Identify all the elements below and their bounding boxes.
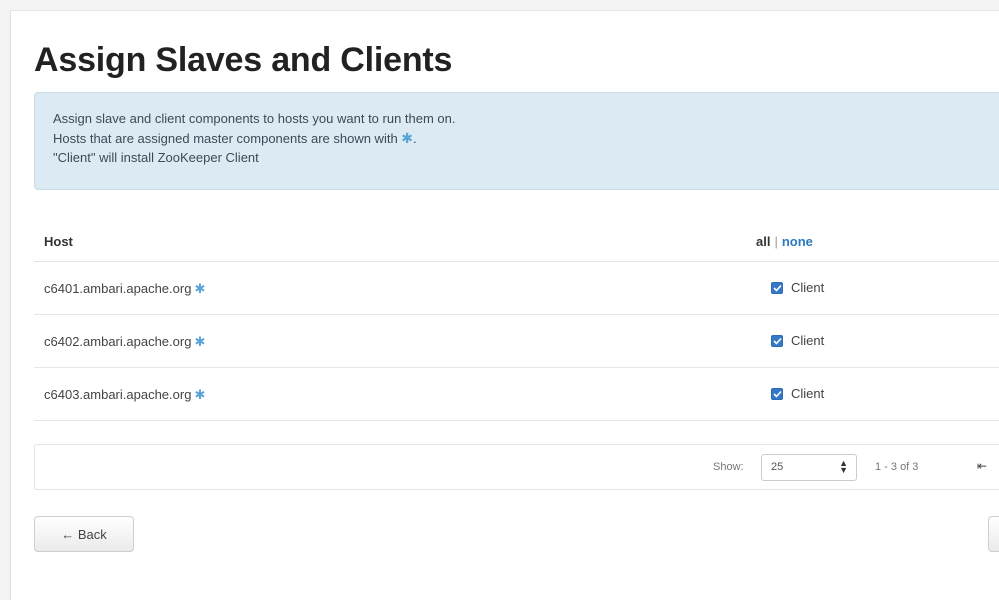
page-size-select[interactable]: 25 ▲ ▼ [761, 454, 857, 481]
client-label: Client [791, 333, 825, 348]
client-checkbox-group[interactable]: Client [771, 333, 824, 348]
page-size-value: 25 [771, 461, 784, 473]
host-column-header: Host [44, 234, 73, 249]
select-none-link[interactable]: none [782, 234, 813, 249]
master-star-icon: ✱ [194, 334, 206, 349]
master-star-icon: ✱ [194, 387, 206, 402]
client-label: Client [791, 280, 825, 295]
host-label: c6401.ambari.apache.org [44, 281, 192, 296]
client-checkbox-group[interactable]: Client [771, 386, 824, 401]
host-name: c6402.ambari.apache.org ✱ [44, 334, 205, 350]
host-name: c6401.ambari.apache.org ✱ [44, 281, 205, 297]
info-line-3: "Client" will install ZooKeeper Client [53, 150, 259, 165]
next-button[interactable] [988, 516, 999, 552]
host-name: c6403.ambari.apache.org ✱ [44, 387, 205, 403]
pager-range: 1 - 3 of 3 [875, 461, 919, 473]
info-line-1: Assign slave and client components to ho… [53, 111, 456, 126]
master-star-icon: ✱ [401, 129, 414, 146]
table-row: c6402.ambari.apache.org ✱ Client [34, 315, 999, 368]
table-row: c6401.ambari.apache.org ✱ Client [34, 262, 999, 315]
table-row: c6403.ambari.apache.org ✱ Client [34, 368, 999, 421]
client-checkbox[interactable] [771, 281, 783, 294]
show-label: Show: [713, 461, 744, 473]
master-star-icon: ✱ [194, 281, 206, 296]
info-line-2: Hosts that are assigned master component… [53, 129, 999, 149]
client-label: Client [791, 386, 825, 401]
table-pager: Show: 25 ▲ ▼ 1 - 3 of 3 ⇤ [34, 444, 999, 490]
host-label: c6402.ambari.apache.org [44, 334, 192, 349]
client-checkbox-group[interactable]: Client [771, 280, 824, 295]
select-caret-icon: ▲ ▼ [839, 458, 848, 475]
host-label: c6403.ambari.apache.org [44, 387, 192, 402]
info-line-2-text: Hosts that are assigned master component… [53, 130, 402, 146]
select-toggle: all | none [756, 234, 813, 249]
info-alert: Assign slave and client components to ho… [34, 92, 999, 190]
select-all-link[interactable]: all [756, 234, 770, 249]
table-header: Host all | none [34, 226, 999, 262]
client-checkbox[interactable] [771, 387, 783, 400]
page-title: Assign Slaves and Clients [34, 41, 453, 79]
toggle-separator: | [774, 234, 778, 249]
back-button[interactable]: ← Back [34, 516, 134, 552]
first-page-icon[interactable]: ⇤ [977, 459, 987, 473]
client-checkbox[interactable] [771, 334, 783, 347]
info-line-2-end: . [413, 130, 417, 146]
